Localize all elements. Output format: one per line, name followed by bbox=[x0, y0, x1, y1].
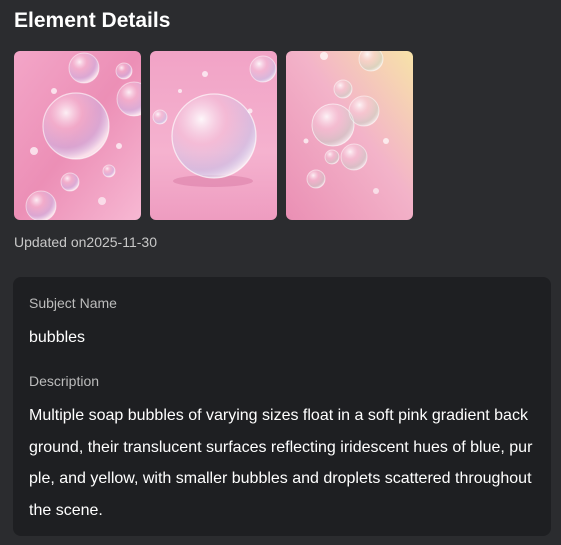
subject-name-label: Subject Name bbox=[29, 295, 117, 311]
subject-name-value: bubbles bbox=[29, 329, 86, 346]
image-thumbnail-2[interactable] bbox=[150, 51, 277, 220]
bubbles-image-2 bbox=[150, 51, 277, 220]
updated-label: Updated on bbox=[14, 234, 87, 250]
panel-title: Element Details bbox=[14, 9, 171, 32]
details-card: Subject Name bubbles Description Multipl… bbox=[13, 277, 551, 536]
bubbles-image-3 bbox=[286, 51, 413, 220]
description-value: Multiple soap bubbles of varying sizes f… bbox=[29, 407, 533, 519]
element-details-panel: Element Details Updated on2025-11-30 Sub… bbox=[0, 0, 561, 545]
bubbles-image-1 bbox=[14, 51, 141, 220]
image-gallery bbox=[14, 51, 413, 220]
updated-date: Updated on2025-11-30 bbox=[14, 233, 157, 251]
image-thumbnail-1[interactable] bbox=[14, 51, 141, 220]
description-label: Description bbox=[29, 373, 100, 389]
updated-date-value: 2025-11-30 bbox=[86, 234, 157, 250]
image-thumbnail-3[interactable] bbox=[286, 51, 413, 220]
